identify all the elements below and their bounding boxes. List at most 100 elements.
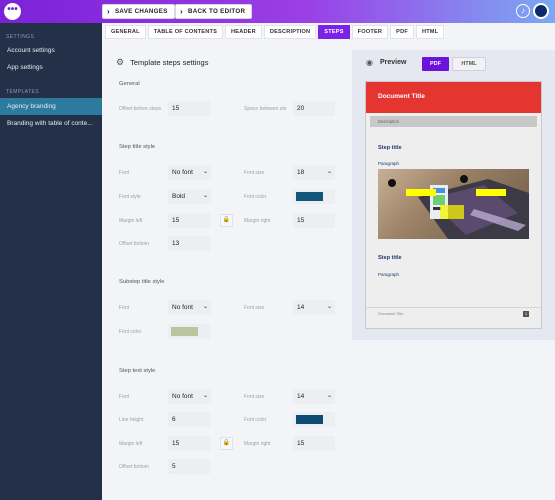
step-text-font-size-label: Font size [244, 394, 265, 400]
substep-font-value: No font [172, 304, 193, 311]
tab-header[interactable]: HEADER [225, 25, 262, 39]
step-text-font-label: Font [119, 394, 130, 400]
space-between-steps-input[interactable]: 20 [293, 101, 335, 116]
document-paragraph: Paragraph [378, 161, 400, 166]
chevron-down-icon: ⌄ [326, 304, 332, 310]
page-title-row: ⚙ Template steps settings [116, 57, 208, 68]
gear-icon: ⚙ [116, 57, 125, 67]
step-title-font-style-value: Bold [172, 193, 186, 200]
document-description: Description [370, 116, 537, 127]
step-title-font-select[interactable]: No font ⌄ [168, 165, 211, 180]
eye-icon: ◉ [366, 58, 373, 67]
substep-font-label: Font [119, 305, 130, 311]
step-title-font-color-picker[interactable] [293, 189, 335, 204]
save-changes-label: SAVE CHANGES [114, 8, 168, 15]
space-between-steps-label: Space between ste [244, 106, 287, 112]
step-title-margin-left-input[interactable]: 15 [168, 213, 210, 228]
document-step-title: Step title [378, 255, 402, 261]
step-text-font-select[interactable]: No font ⌄ [168, 389, 211, 404]
document-footer-divider [366, 307, 541, 308]
step-text-font-color-picker[interactable] [293, 412, 335, 427]
document-header: Document Title [366, 82, 541, 113]
step-title-font-style-select[interactable]: Bold ⌄ [168, 189, 211, 204]
step-text-font-color-label: Font color [244, 417, 267, 423]
step-title-color-swatch [296, 192, 323, 201]
sidebar-item-agency-branding[interactable]: Agency branding [0, 98, 102, 115]
substep-font-color-picker[interactable] [168, 324, 210, 339]
section-step-text-style: Step text style [119, 368, 156, 374]
document-title: Document Title [378, 93, 425, 100]
substep-font-size-value: 14 [297, 304, 305, 311]
substep-color-swatch [171, 327, 198, 336]
step-text-font-size-value: 14 [297, 393, 305, 400]
substep-font-size-label: Font size [244, 305, 265, 311]
step-text-margin-left-input[interactable]: 15 [168, 436, 210, 451]
step-title-offset-bottom-input[interactable]: 13 [168, 236, 210, 251]
chevron-right-icon: › [107, 6, 110, 16]
chevron-down-icon: ⌄ [202, 304, 208, 310]
section-substep-title-style: Substep title style [119, 279, 165, 285]
step-title-margin-right-label: Margin right [244, 218, 271, 224]
chevron-down-icon: ⌄ [326, 393, 332, 399]
sidebar-item-account-settings[interactable]: Account settings [0, 42, 102, 59]
chevron-right-icon: › [180, 6, 183, 16]
document-step-title: Step title [378, 145, 402, 151]
step-title-margin-right-input[interactable]: 15 [293, 213, 335, 228]
tab-footer[interactable]: FOOTER [351, 25, 389, 39]
bell-icon[interactable]: ♪ [516, 4, 530, 18]
sidebar: SETTINGS Account settings App settings T… [0, 23, 102, 500]
tab-description[interactable]: DESCRIPTION [263, 25, 317, 39]
section-step-title-style: Step title style [119, 144, 156, 150]
preview-pdf-toggle[interactable]: PDF [422, 57, 449, 71]
more-horizontal-icon[interactable]: ••• [4, 3, 21, 20]
preview-html-toggle[interactable]: HTML [452, 57, 486, 71]
substep-font-select[interactable]: No font ⌄ [168, 300, 211, 315]
avatar[interactable] [533, 3, 549, 19]
step-title-font-size-select[interactable]: 18 ⌄ [293, 165, 335, 180]
step-text-margin-right-input[interactable]: 15 [293, 436, 335, 451]
step-title-font-value: No font [172, 169, 193, 176]
tab-general[interactable]: GENERAL [105, 25, 146, 39]
step-image-graphic [388, 175, 529, 239]
step-text-line-height-input[interactable]: 6 [168, 412, 210, 427]
step-text-offset-bottom-label: Offset bottom [119, 464, 149, 470]
document-preview: Document Title Description Step title Pa… [365, 81, 542, 329]
preview-header: ◉ Preview [366, 58, 406, 67]
step-text-offset-bottom-input[interactable]: 5 [168, 459, 210, 474]
step-title-font-label: Font [119, 170, 130, 176]
step-title-font-size-label: Font size [244, 170, 265, 176]
sidebar-section-templates: TEMPLATES [6, 89, 39, 95]
chevron-down-icon: ⌄ [326, 169, 332, 175]
step-title-font-size-value: 18 [297, 169, 305, 176]
chevron-down-icon: ⌄ [202, 169, 208, 175]
lock-icon[interactable]: 🔒 [220, 214, 233, 227]
save-changes-button[interactable]: › SAVE CHANGES [102, 4, 175, 19]
sidebar-item-app-settings[interactable]: App settings [0, 59, 102, 76]
step-title-offset-bottom-label: Offset bottom [119, 241, 149, 247]
tab-pdf[interactable]: PDF [390, 25, 414, 39]
step-text-line-height-label: Line height [119, 417, 144, 423]
substep-font-size-select[interactable]: 14 ⌄ [293, 300, 335, 315]
substep-font-color-label: Font color [119, 329, 142, 335]
offset-before-steps-input[interactable]: 15 [168, 101, 210, 116]
section-general-title: General [119, 81, 140, 87]
preview-title: Preview [379, 59, 407, 66]
offset-before-steps-label: Offset before steps [119, 106, 162, 112]
tab-html[interactable]: HTML [415, 25, 445, 39]
steps-settings-form: ⚙ Template steps settings General Offset… [102, 41, 350, 500]
step-title-font-color-label: Font color [244, 194, 267, 200]
tab-table-of-contents[interactable]: TABLE OF CONTENTS [147, 25, 224, 39]
sidebar-section-settings: SETTINGS [6, 34, 35, 40]
step-title-font-style-label: Font style [119, 194, 141, 200]
step-text-margin-right-label: Margin right [244, 441, 271, 447]
document-step-image [378, 169, 529, 239]
step-text-font-size-select[interactable]: 14 ⌄ [293, 389, 335, 404]
chevron-down-icon: ⌄ [202, 393, 208, 399]
back-to-editor-button[interactable]: › BACK TO EDITOR [175, 4, 253, 19]
sidebar-item-branding-toc[interactable]: Branding with table of conte... [0, 115, 102, 132]
step-text-font-value: No font [172, 393, 193, 400]
lock-icon[interactable]: 🔒 [220, 437, 233, 450]
step-title-margin-left-label: Margin left [119, 218, 143, 224]
chevron-down-icon: ⌄ [202, 193, 208, 199]
tab-steps[interactable]: STEPS [318, 25, 350, 39]
